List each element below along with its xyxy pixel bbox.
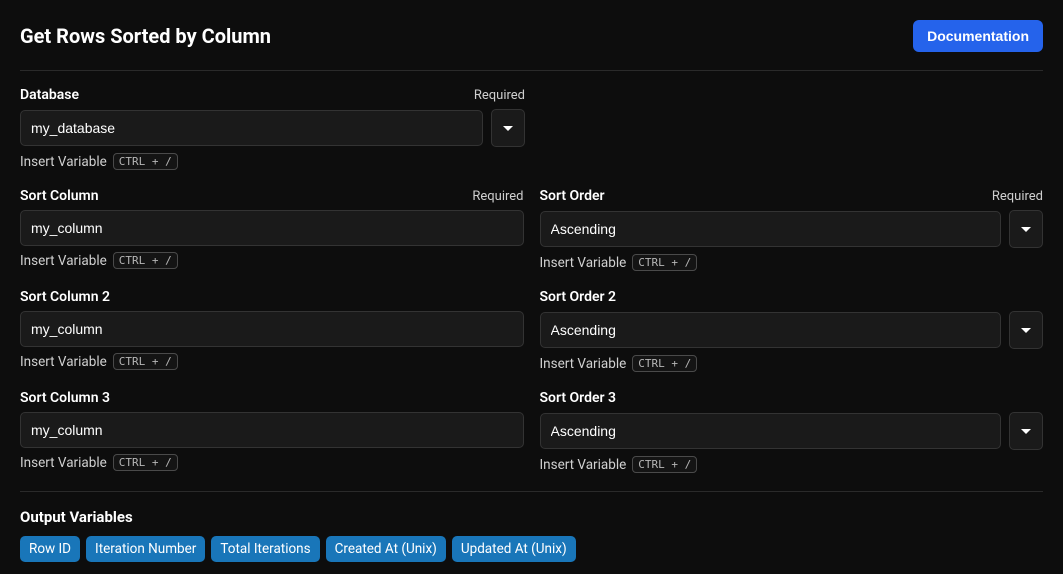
sort-row-1: Sort Column Required Insert Variable CTR…: [20, 188, 1043, 271]
insert-variable-label[interactable]: Insert Variable: [540, 457, 627, 473]
sort-column-required: Required: [472, 189, 523, 204]
shortcut-kbd: CTRL + /: [113, 454, 178, 471]
sort-order-3-insert-row: Insert Variable CTRL + /: [540, 456, 1044, 473]
sort-column-3-header: Sort Column 3: [20, 390, 524, 406]
shortcut-kbd: CTRL + /: [113, 353, 178, 370]
sort-column-3-insert-row: Insert Variable CTRL + /: [20, 454, 524, 471]
caret-down-icon: [503, 126, 513, 131]
insert-variable-label[interactable]: Insert Variable: [540, 255, 627, 271]
output-pill-created-at[interactable]: Created At (Unix): [326, 536, 446, 562]
caret-down-icon: [1021, 227, 1031, 232]
database-input-row: [20, 109, 1043, 147]
output-variables-section: Output Variables Row ID Iteration Number…: [20, 508, 1043, 562]
sort-order-3-header: Sort Order 3: [540, 390, 1044, 406]
sort-column-3-label: Sort Column 3: [20, 390, 110, 406]
sort-order-input[interactable]: [540, 211, 1002, 247]
sort-order-2-insert-row: Insert Variable CTRL + /: [540, 355, 1044, 372]
insert-variable-label[interactable]: Insert Variable: [20, 154, 107, 170]
insert-variable-label[interactable]: Insert Variable: [540, 356, 627, 372]
sort-column-header: Sort Column Required: [20, 188, 524, 204]
output-divider: [20, 491, 1043, 492]
shortcut-kbd: CTRL + /: [113, 252, 178, 269]
sort-order-3-input[interactable]: [540, 413, 1002, 449]
sort-order-input-row: [540, 210, 1044, 248]
documentation-button[interactable]: Documentation: [913, 20, 1043, 52]
insert-variable-label[interactable]: Insert Variable: [20, 354, 107, 370]
sort-order-2-group: Sort Order 2 Insert Variable CTRL + /: [540, 289, 1044, 372]
sort-column-label: Sort Column: [20, 188, 99, 204]
sort-order-insert-row: Insert Variable CTRL + /: [540, 254, 1044, 271]
output-pill-updated-at[interactable]: Updated At (Unix): [452, 536, 576, 562]
caret-down-icon: [1021, 328, 1031, 333]
sort-order-3-input-row: [540, 412, 1044, 450]
sort-column-2-insert-row: Insert Variable CTRL + /: [20, 353, 524, 370]
sort-column-2-input[interactable]: [20, 311, 524, 347]
sort-column-insert-row: Insert Variable CTRL + /: [20, 252, 524, 269]
output-pill-row: Row ID Iteration Number Total Iterations…: [20, 536, 1043, 562]
sort-order-2-dropdown-button[interactable]: [1009, 311, 1043, 349]
database-required-tag: Required: [474, 88, 525, 103]
database-insert-row: Insert Variable CTRL + /: [20, 153, 1043, 170]
sort-order-header: Sort Order Required: [540, 188, 1044, 204]
sort-row-3: Sort Column 3 Insert Variable CTRL + / S…: [20, 390, 1043, 473]
sort-order-group: Sort Order Required Insert Variable CTRL…: [540, 188, 1044, 271]
database-dropdown-button[interactable]: [491, 109, 525, 147]
page-title: Get Rows Sorted by Column: [20, 24, 271, 48]
sort-order-required: Required: [992, 189, 1043, 204]
page-header: Get Rows Sorted by Column Documentation: [20, 20, 1043, 52]
shortcut-kbd: CTRL + /: [632, 355, 697, 372]
shortcut-kbd: CTRL + /: [113, 153, 178, 170]
output-pill-total-iterations[interactable]: Total Iterations: [211, 536, 319, 562]
sort-order-dropdown-button[interactable]: [1009, 210, 1043, 248]
sort-column-group: Sort Column Required Insert Variable CTR…: [20, 188, 524, 271]
sort-column-2-group: Sort Column 2 Insert Variable CTRL + /: [20, 289, 524, 372]
insert-variable-label[interactable]: Insert Variable: [20, 253, 107, 269]
sort-order-2-input[interactable]: [540, 312, 1002, 348]
header-divider: [20, 70, 1043, 71]
insert-variable-label[interactable]: Insert Variable: [20, 455, 107, 471]
shortcut-kbd: CTRL + /: [632, 254, 697, 271]
caret-down-icon: [1021, 429, 1031, 434]
sort-column-2-header: Sort Column 2: [20, 289, 524, 305]
sort-order-label: Sort Order: [540, 188, 605, 204]
sort-column-2-label: Sort Column 2: [20, 289, 110, 305]
output-pill-row-id[interactable]: Row ID: [20, 536, 80, 562]
sort-order-3-group: Sort Order 3 Insert Variable CTRL + /: [540, 390, 1044, 473]
sort-order-2-input-row: [540, 311, 1044, 349]
sort-row-2: Sort Column 2 Insert Variable CTRL + / S…: [20, 289, 1043, 372]
sort-column-3-input[interactable]: [20, 412, 524, 448]
database-field-header: Database Required: [20, 87, 525, 103]
shortcut-kbd: CTRL + /: [632, 456, 697, 473]
database-label: Database: [20, 87, 79, 103]
sort-order-2-label: Sort Order 2: [540, 289, 617, 305]
database-field-group: Database Required Insert Variable CTRL +…: [20, 87, 1043, 170]
sort-order-3-dropdown-button[interactable]: [1009, 412, 1043, 450]
output-pill-iteration-number[interactable]: Iteration Number: [86, 536, 205, 562]
output-variables-title: Output Variables: [20, 508, 1043, 526]
sort-column-input[interactable]: [20, 210, 524, 246]
sort-order-3-label: Sort Order 3: [540, 390, 617, 406]
sort-order-2-header: Sort Order 2: [540, 289, 1044, 305]
sort-column-3-group: Sort Column 3 Insert Variable CTRL + /: [20, 390, 524, 473]
database-input[interactable]: [20, 110, 483, 146]
